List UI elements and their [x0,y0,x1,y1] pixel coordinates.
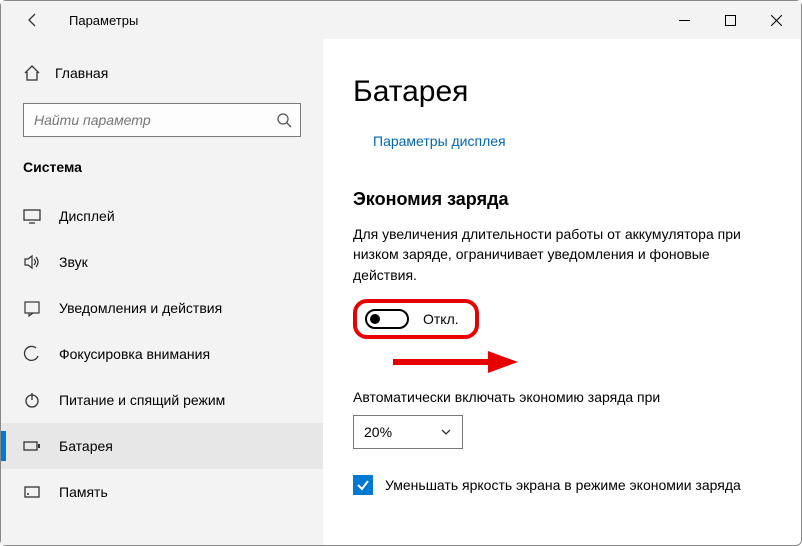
back-button[interactable] [15,2,51,38]
search-input[interactable] [34,112,276,128]
window-title: Параметры [69,13,138,28]
search-icon [276,112,292,128]
maximize-button[interactable] [707,5,753,35]
check-icon [356,478,370,492]
display-settings-link[interactable]: Параметры дисплея [373,133,506,149]
sidebar-item-battery[interactable]: Батарея [1,423,323,469]
sidebar-item-label: Питание и спящий режим [59,392,225,408]
battery-saver-toggle-highlight: Откл. [353,299,479,339]
section-description: Для увеличения длительности работы от ак… [353,224,773,285]
sidebar-home[interactable]: Главная [1,53,323,93]
storage-icon [23,483,41,501]
titlebar: Параметры [1,1,801,39]
section-heading: Экономия заряда [353,189,779,210]
sound-icon [23,253,41,271]
minimize-button[interactable] [661,5,707,35]
toggle-state-label: Откл. [423,311,459,327]
sidebar-item-label: Дисплей [59,208,115,224]
sidebar-item-label: Память [59,484,108,500]
chevron-down-icon [440,426,452,438]
sidebar-item-storage[interactable]: Память [1,469,323,515]
brightness-checkbox[interactable] [353,475,373,495]
battery-saver-toggle[interactable] [365,309,409,329]
sidebar-item-focus[interactable]: Фокусировка внимания [1,331,323,377]
battery-icon [23,437,41,455]
maximize-icon [725,15,736,26]
main-panel: Батарея Параметры дисплея Экономия заряд… [323,39,801,545]
select-value: 20% [364,424,392,440]
sidebar-item-label: Звук [59,254,88,270]
page-title: Батарея [353,75,779,109]
auto-on-select[interactable]: 20% [353,415,463,449]
power-icon [23,391,41,409]
sidebar-item-sound[interactable]: Звук [1,239,323,285]
search-box[interactable] [23,103,301,137]
auto-on-label: Автоматически включать экономию заряда п… [353,389,779,405]
focus-icon [23,345,41,363]
home-icon [23,64,41,82]
arrow-left-icon [25,12,41,28]
sidebar-item-power[interactable]: Питание и спящий режим [1,377,323,423]
sidebar-item-label: Фокусировка внимания [59,346,210,362]
sidebar-item-notifications[interactable]: Уведомления и действия [1,285,323,331]
sidebar: Главная Система Дисплей Звук Уведомления… [1,39,323,545]
sidebar-home-label: Главная [55,65,108,81]
sidebar-section-label: Система [1,143,323,187]
minimize-icon [679,15,690,26]
close-icon [771,15,782,26]
sidebar-item-label: Батарея [59,438,113,454]
close-button[interactable] [753,5,799,35]
annotation-arrow [353,349,779,379]
display-icon [23,207,41,225]
notifications-icon [23,299,41,317]
sidebar-item-label: Уведомления и действия [59,300,222,316]
sidebar-item-display[interactable]: Дисплей [1,193,323,239]
brightness-checkbox-row[interactable]: Уменьшать яркость экрана в режиме эконом… [353,475,779,495]
brightness-checkbox-label: Уменьшать яркость экрана в режиме эконом… [385,477,741,493]
